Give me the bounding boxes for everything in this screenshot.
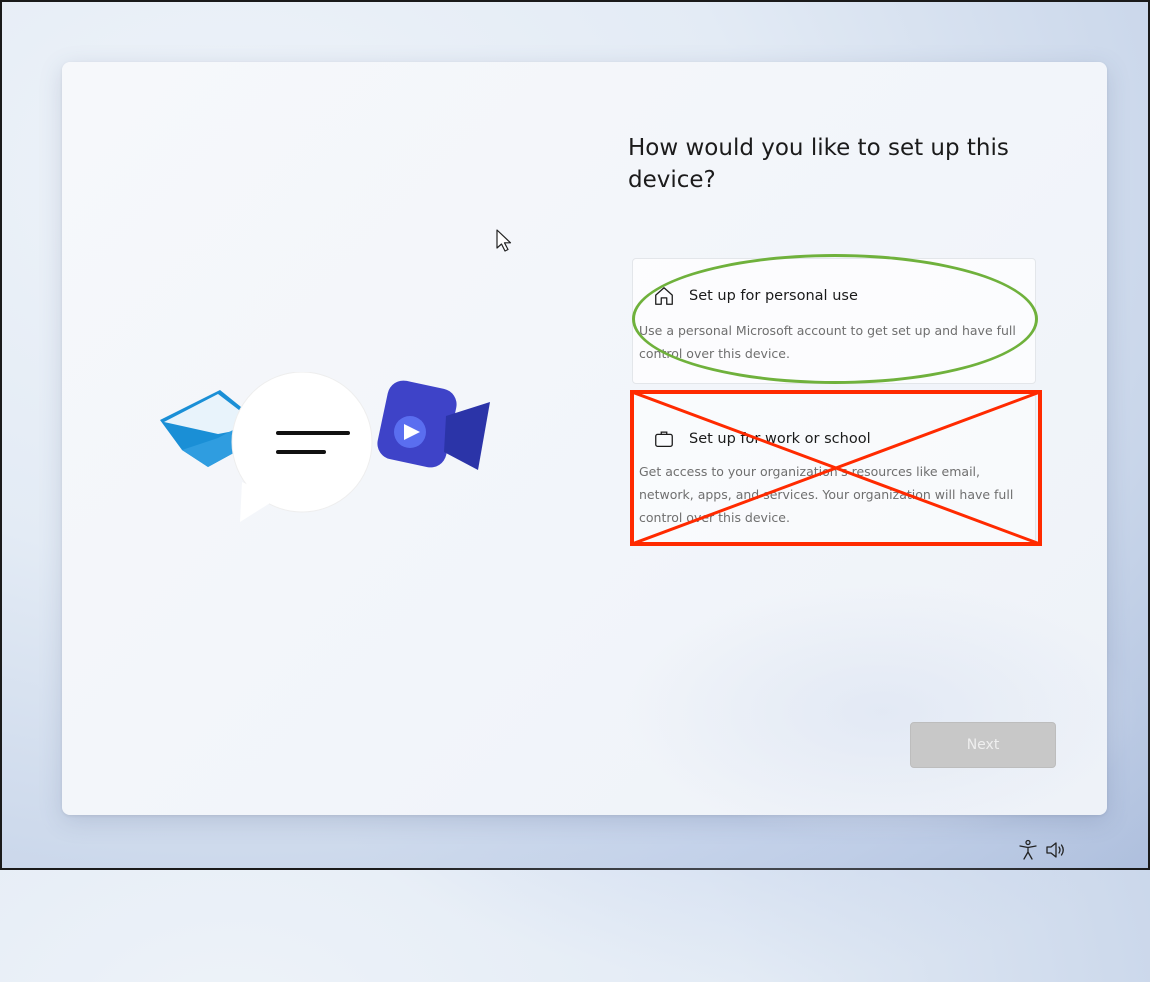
option-work-header: Set up for work or school	[653, 428, 871, 450]
accessibility-icon[interactable]	[1016, 838, 1040, 862]
option-personal-use[interactable]: Set up for personal use Use a personal M…	[632, 258, 1036, 384]
option-work-school[interactable]: Set up for work or school Get access to …	[632, 393, 1036, 543]
next-button[interactable]: Next	[910, 722, 1056, 768]
chat-bubble-icon	[231, 372, 373, 522]
oobe-card: How would you like to set up this device…	[62, 62, 1142, 842]
option-work-label: Set up for work or school	[689, 431, 871, 447]
option-personal-header: Set up for personal use	[653, 285, 858, 307]
card-background-swirl	[622, 582, 1142, 842]
option-personal-label: Set up for personal use	[689, 288, 858, 304]
video-camera-icon	[377, 380, 490, 470]
option-personal-description: Use a personal Microsoft account to get …	[639, 323, 1016, 361]
briefcase-icon	[655, 431, 673, 447]
communication-illustration	[160, 372, 490, 522]
option-work-description: Get access to your organization's resour…	[639, 464, 1014, 525]
page-title: How would you like to set up this device…	[628, 135, 1009, 193]
mouse-pointer-icon	[496, 229, 512, 252]
home-icon	[655, 287, 673, 305]
volume-icon[interactable]	[1044, 838, 1068, 862]
